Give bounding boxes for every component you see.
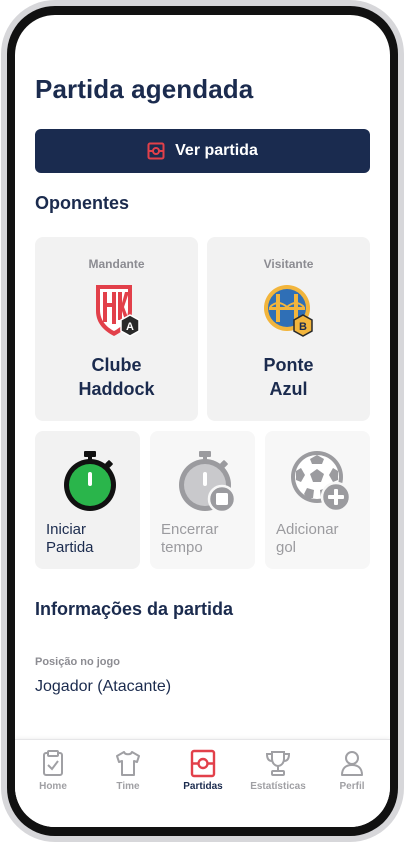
shirt-icon	[113, 748, 143, 778]
away-team-name-line1: Ponte	[263, 355, 314, 375]
stopwatch-stop-icon	[172, 447, 238, 514]
tab-time-label: Time	[116, 781, 140, 792]
tab-partidas-label: Partidas	[183, 781, 223, 792]
ponte-azul-crest-icon: B	[262, 281, 316, 341]
app-screen: Partida agendada Ver partida Oponentes M…	[15, 15, 390, 827]
clipboard-check-icon	[38, 748, 68, 778]
tab-time[interactable]: Time	[93, 748, 163, 804]
tab-perfil-label: Perfil	[339, 781, 365, 792]
svg-text:A: A	[126, 321, 134, 333]
field-icon	[188, 748, 218, 778]
stopwatch-play-icon	[57, 447, 123, 513]
field-icon	[147, 142, 165, 160]
trophy-icon	[263, 748, 293, 778]
home-team-role: Mandante	[88, 257, 145, 271]
position-value: Jogador (Atacante)	[35, 678, 172, 695]
add-goal-label-line2: gol	[276, 539, 297, 556]
match-info-title: Informações da partida	[35, 599, 234, 619]
end-period-label-line2: tempo	[161, 539, 203, 556]
view-match-label: Ver partida	[175, 142, 258, 159]
away-team-name: Ponte Azul	[207, 353, 370, 401]
home-team-card[interactable]: Mandante A Clube Haddock	[35, 237, 198, 421]
end-period-label: Encerrar tempo	[161, 521, 219, 557]
tab-perfil[interactable]: Perfil	[317, 748, 387, 804]
start-match-label-line1: Iniciar	[46, 521, 87, 538]
tab-home-label: Home	[39, 781, 67, 792]
home-team-name: Clube Haddock	[35, 353, 198, 401]
position-label: Posição no jogo	[35, 656, 120, 668]
end-period-label-line1: Encerrar	[161, 521, 219, 538]
away-team-name-line2: Azul	[269, 379, 308, 399]
page-title: Partida agendada	[35, 74, 254, 104]
start-match-label: Iniciar Partida	[46, 521, 94, 557]
add-goal-label: Adicionar gol	[276, 521, 339, 557]
home-team-name-line1: Clube	[91, 355, 142, 375]
tab-home[interactable]: Home	[18, 748, 88, 804]
end-period-button[interactable]: Encerrar tempo	[150, 431, 255, 569]
user-icon	[337, 748, 367, 778]
add-goal-label-line1: Adicionar	[276, 521, 339, 538]
tab-partidas[interactable]: Partidas	[168, 748, 238, 804]
tab-estatisticas-label: Estatísticas	[250, 781, 306, 792]
home-team-name-line2: Haddock	[78, 379, 155, 399]
svg-text:B: B	[299, 321, 307, 333]
tab-estatisticas[interactable]: Estatísticas	[243, 748, 313, 804]
opponents-title: Oponentes	[35, 193, 130, 213]
bottom-tab-bar: Home Time Partidas Estatísticas Perfil	[15, 739, 390, 827]
clube-haddock-crest-icon: A	[90, 281, 144, 341]
soccer-ball-add-icon	[287, 447, 353, 513]
start-match-label-line2: Partida	[46, 539, 94, 556]
view-match-button[interactable]: Ver partida	[35, 129, 370, 173]
start-match-button[interactable]: Iniciar Partida	[35, 431, 140, 569]
away-team-role: Visitante	[263, 257, 314, 271]
add-goal-button[interactable]: Adicionar gol	[265, 431, 370, 569]
away-team-card[interactable]: Visitante B Ponte Azul	[207, 237, 370, 421]
phone-frame: Partida agendada Ver partida Oponentes M…	[0, 0, 405, 842]
